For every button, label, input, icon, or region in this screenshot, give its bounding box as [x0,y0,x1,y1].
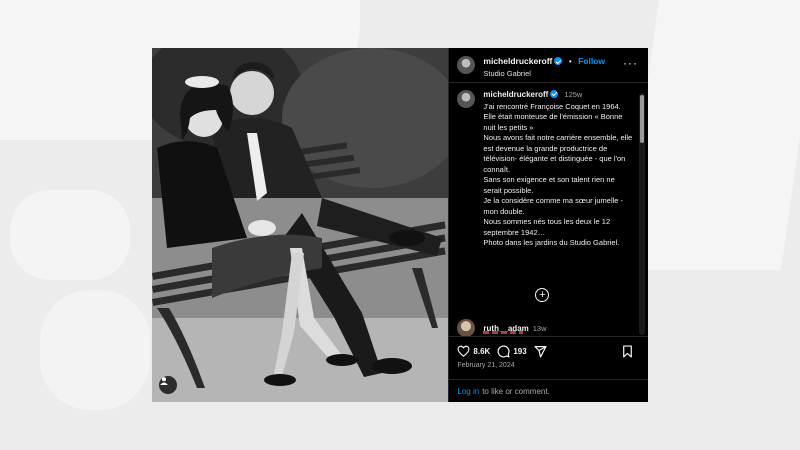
verified-badge-icon [550,90,559,98]
comment-time: 13w [532,323,547,333]
login-prompt-text: to like or comment. [482,386,550,396]
post-location[interactable]: Studio Gabriel [483,69,605,79]
post-actions: 8.6K 193 February 21, 2024 [449,336,648,369]
login-link[interactable]: Log in [457,387,479,396]
post-header: micheldruckeroff • Follow Studio Gabriel… [449,48,648,83]
author-avatar[interactable] [457,56,476,74]
heart-icon[interactable] [457,345,470,357]
tagged-users-icon[interactable] [159,376,177,394]
post-photo[interactable] [152,48,449,402]
comment-icon[interactable] [497,344,510,358]
background-shape [40,290,150,410]
instagram-post: micheldruckeroff • Follow Studio Gabriel… [152,48,648,402]
author-username[interactable]: micheldruckeroff [483,56,552,67]
separator-dot: • [568,57,572,67]
caption: micheldruckeroff 125w J'ai rencontré Fra… [457,90,634,249]
post-date: February 21, 2024 [457,362,515,369]
caption-time: 125w [564,90,583,99]
commenter-avatar[interactable] [457,319,476,337]
background-shape [10,190,130,280]
caption-author-avatar[interactable] [457,90,476,108]
comment-item: ruth__adam 13w [457,319,547,337]
comments-count[interactable]: 193 [513,347,526,356]
more-horizontal-icon[interactable]: ··· [623,57,638,69]
follow-button[interactable]: Follow [578,56,605,67]
comments-section: micheldruckeroff 125w J'ai rencontré Fra… [449,84,648,340]
login-prompt: Log in to like or comment. [449,379,648,402]
share-icon[interactable] [534,345,547,358]
comments-scrollbar[interactable] [639,93,645,335]
photo-illustration [152,48,449,402]
verified-badge-icon [554,57,563,66]
scrollbar-thumb[interactable] [640,95,644,143]
bookmark-icon[interactable] [622,344,633,358]
caption-text: J'ai rencontré Françoise Coquet en 1964.… [483,101,633,248]
comment-text-preview [483,331,524,334]
post-side-panel: micheldruckeroff • Follow Studio Gabriel… [448,48,648,402]
caption-username[interactable]: micheldruckeroff [483,90,548,99]
likes-count[interactable]: 8.6K [473,347,490,356]
